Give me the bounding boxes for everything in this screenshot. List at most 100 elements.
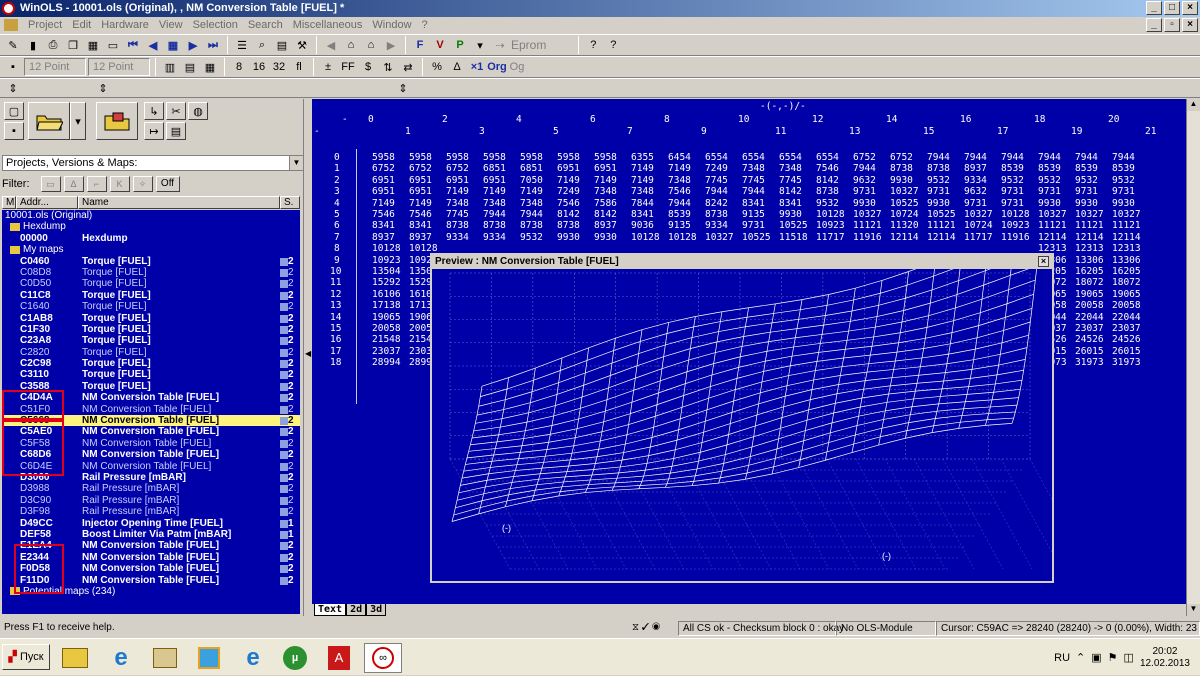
p-icon[interactable]: P [451,36,469,54]
table-cell[interactable]: 16106 [372,289,401,300]
context-help-icon[interactable]: ? [604,36,622,54]
table-cell[interactable]: 7944 [927,152,950,163]
table-cell[interactable]: 24526 [1075,334,1104,345]
swap-icon[interactable]: ⇄ [399,58,417,76]
list-item[interactable]: C1AB8Torque [FUEL]2 [2,313,300,324]
float-icon[interactable]: fl [290,58,308,76]
bits-32-icon[interactable]: 32 [270,58,288,76]
table-cell[interactable]: 10724 [964,220,993,231]
spin2-icon[interactable]: ⇕ [94,79,112,97]
table-cell[interactable]: 26015 [1075,346,1104,357]
col-m-header[interactable]: M [2,196,16,209]
tab-2d[interactable]: 2d [346,604,366,616]
table-cell[interactable]: 13306 [1075,255,1104,266]
zoom-icon[interactable]: ⌕ [253,36,271,54]
table-cell[interactable]: 23037 [1112,323,1141,334]
menu-hardware[interactable]: Hardware [101,19,149,31]
table-cell[interactable]: 8142 [816,175,839,186]
table-cell[interactable]: 10327 [1038,209,1067,220]
ie2-icon[interactable]: e [234,643,272,673]
preview-close-button[interactable]: × [1038,256,1049,267]
table-cell[interactable]: 9930 [927,198,950,209]
chevron-down-icon[interactable]: ▼ [289,156,303,170]
table-cell[interactable]: 6554 [742,152,765,163]
table-cell[interactable]: 24526 [1112,334,1141,345]
table-cell[interactable]: 7149 [557,175,580,186]
table-cell[interactable]: 16205 [1112,266,1141,277]
scroll-down-icon[interactable]: ▼ [1187,604,1200,616]
globe-icon[interactable]: ◍ [188,102,208,120]
table-cell[interactable]: 6355 [631,152,654,163]
import-icon[interactable]: ↳ [144,102,164,120]
explorer-icon[interactable] [56,643,94,673]
window-titlebar[interactable]: WinOLS - 10001.ols (Original), , NM Conv… [0,0,1200,17]
table-cell[interactable]: 31973 [1112,357,1141,368]
table-cell[interactable]: 20058 [372,323,401,334]
table-cell[interactable]: 7348 [631,186,654,197]
folder-app-icon[interactable] [146,643,184,673]
table-cell[interactable]: 23037 [1075,323,1104,334]
forward-icon[interactable]: ▶ [382,36,400,54]
group-hexdump[interactable]: Hexdump [2,221,300,232]
table-cell[interactable]: 7149 [631,175,654,186]
group-my-maps[interactable]: My maps [2,244,300,255]
table-cell[interactable]: 9334 [483,232,506,243]
table-cell[interactable]: 11121 [1038,220,1067,231]
copy-icon[interactable]: ❐ [64,36,82,54]
list-item[interactable]: 00000Hexdump [2,233,300,244]
tools-icon[interactable]: ⚒ [293,36,311,54]
table-cell[interactable]: 7745 [705,175,728,186]
table-cell[interactable]: 6752 [372,163,395,174]
table-cell[interactable]: 8142 [594,209,617,220]
list-item[interactable]: C23A8Torque [FUEL]2 [2,335,300,346]
mdi-minimize-button[interactable]: _ [1146,18,1162,32]
filter-delta-icon[interactable]: Δ [64,176,84,192]
table-cell[interactable]: 16205 [1075,266,1104,277]
table-cell[interactable]: 12313 [1112,243,1141,254]
horizontal-scrollbar[interactable] [312,604,1186,616]
save-icon[interactable]: ▪ [4,122,24,140]
menu-window[interactable]: Window [372,19,411,31]
table-cell[interactable]: 28994 [372,357,401,368]
table-cell[interactable]: 9731 [1038,186,1061,197]
table-cell[interactable]: 6951 [594,163,617,174]
table-cell[interactable]: 10923 [372,255,401,266]
table-cell[interactable]: 8341 [631,209,654,220]
table-cell[interactable]: 7944 [853,163,876,174]
x1-button[interactable]: ×1 [468,58,486,76]
table-cell[interactable]: 19065 [1075,289,1104,300]
table-cell[interactable]: 10525 [927,209,956,220]
table-cell[interactable]: 8738 [446,220,469,231]
table-cell[interactable]: 6752 [446,163,469,174]
table-cell[interactable]: 11121 [853,220,882,231]
table-cell[interactable]: 20058 [1075,300,1104,311]
table-cell[interactable]: 13504 [372,266,401,277]
list-item[interactable]: C2C98Torque [FUEL]2 [2,358,300,369]
menu-project[interactable]: Project [28,19,62,31]
table-cell[interactable]: 7149 [520,186,543,197]
table-cell[interactable]: 7944 [1001,152,1024,163]
list-item[interactable]: C11C8Torque [FUEL]2 [2,290,300,301]
table-cell[interactable]: 10525 [779,220,808,231]
table-cell[interactable]: 8738 [927,163,950,174]
list-item[interactable]: C3110Torque [FUEL]2 [2,369,300,380]
print-icon[interactable]: ⎙ [44,36,62,54]
list-item[interactable]: DEF58Boost Limiter Via Patm [mBAR]1 [2,529,300,540]
table-cell[interactable]: 7944 [1075,152,1098,163]
mdi-close-button[interactable]: × [1182,18,1198,32]
project-folder-icon[interactable] [96,102,138,140]
menu-help[interactable]: ? [422,19,428,31]
table-cell[interactable]: 17138 [372,300,401,311]
table-cell[interactable]: 6951 [446,175,469,186]
table-cell[interactable]: 11320 [890,220,919,231]
list-item[interactable]: D3C90Rail Pressure [mBAR]2 [2,495,300,506]
filter-star-icon[interactable]: ✧ [133,176,153,192]
col-addr-header[interactable]: Addr... [16,196,78,209]
table-cell[interactable]: 9135 [742,209,765,220]
table-cell[interactable]: 8937 [964,163,987,174]
col-name-header[interactable]: Name [78,196,280,209]
table-cell[interactable]: 9532 [520,232,543,243]
table-cell[interactable]: 6554 [816,152,839,163]
table-cell[interactable]: 9731 [1001,186,1024,197]
scroll-up-icon[interactable]: ▲ [1187,99,1200,111]
